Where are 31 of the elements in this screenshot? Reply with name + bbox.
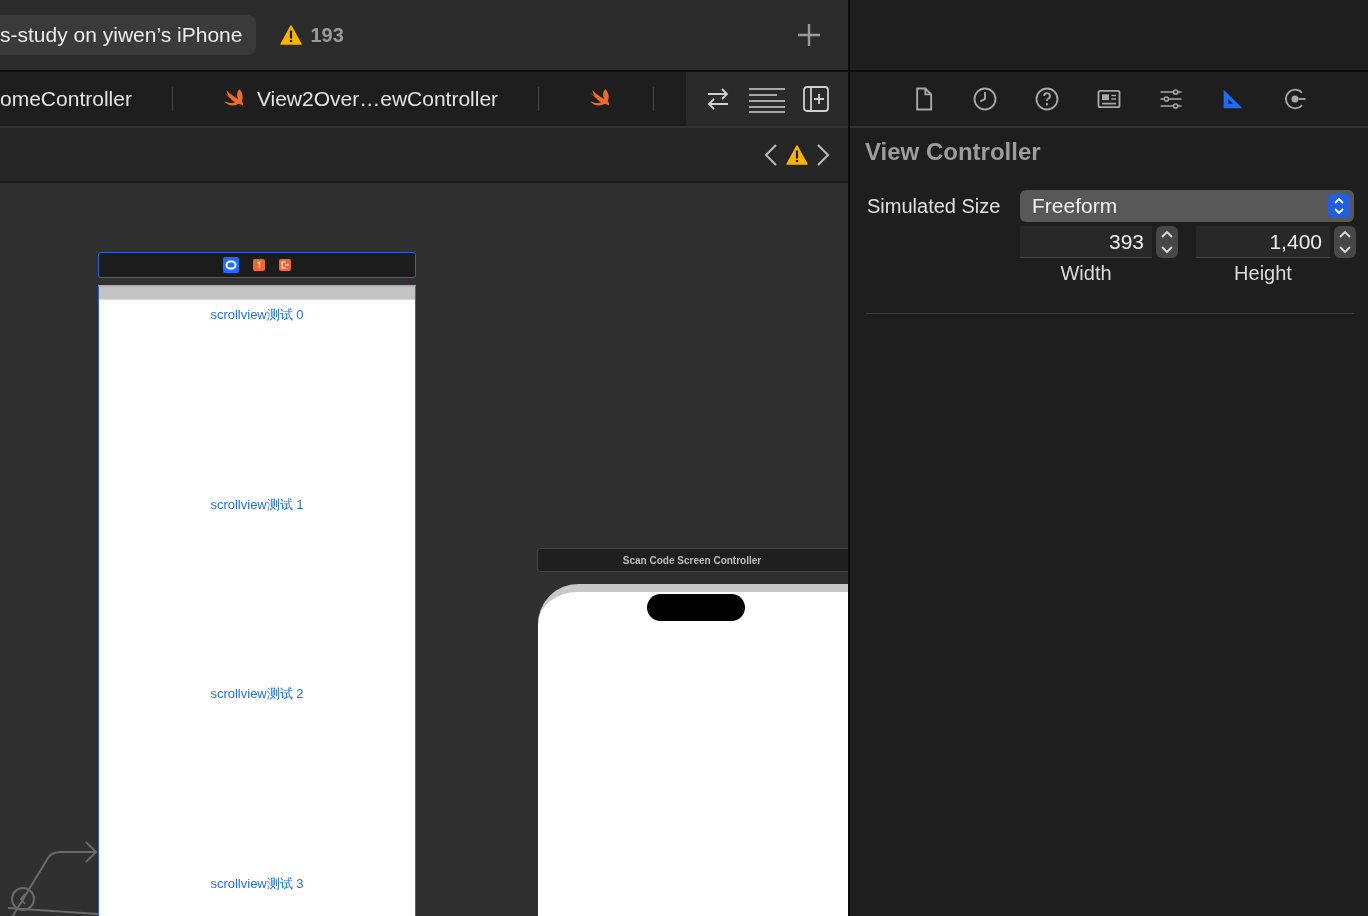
updown-chevrons-icon xyxy=(1328,194,1350,218)
warning-icon xyxy=(280,25,303,45)
size-popup[interactable]: Freeform xyxy=(1020,190,1354,222)
help-icon[interactable] xyxy=(1033,85,1061,113)
add-icon[interactable] xyxy=(796,22,822,48)
back-icon[interactable] xyxy=(764,142,778,167)
warning-count: 193 xyxy=(310,23,344,47)
width-field[interactable]: 393 xyxy=(1020,226,1152,258)
stepper[interactable] xyxy=(1334,226,1356,258)
field-label: Simulated Size xyxy=(867,194,1002,218)
stepper[interactable] xyxy=(1156,226,1178,258)
lines-icon[interactable] xyxy=(748,85,786,113)
scroll-label: scrollview测试 3 xyxy=(210,875,304,891)
forward-icon[interactable] xyxy=(816,142,830,167)
exit-icon[interactable] xyxy=(279,259,291,271)
add-editor-icon[interactable] xyxy=(802,85,830,113)
scroll-label: scrollview测试 2 xyxy=(210,686,304,702)
editor-tab[interactable]: omeController xyxy=(0,87,173,111)
field-label: Height xyxy=(1233,262,1293,285)
scheme-selector[interactable]: s-study on yiwen’s iPhone xyxy=(0,15,257,55)
scroll-label: scrollview测试 0 xyxy=(210,307,304,322)
warning-icon xyxy=(786,144,808,165)
field-label: Width xyxy=(1059,262,1113,285)
scroll-label: scrollview测试 1 xyxy=(210,496,304,512)
first-responder-icon[interactable] xyxy=(253,259,265,271)
editor-tab[interactable]: View2Over…ewController xyxy=(172,87,540,111)
scene-title: Scan Code Screen Controller xyxy=(622,554,762,566)
height-field[interactable]: 1,400 xyxy=(1196,226,1330,258)
inspector-title: View Controller xyxy=(865,138,1042,166)
clock-icon[interactable] xyxy=(971,85,999,113)
view-controller-icon[interactable] xyxy=(223,257,239,273)
